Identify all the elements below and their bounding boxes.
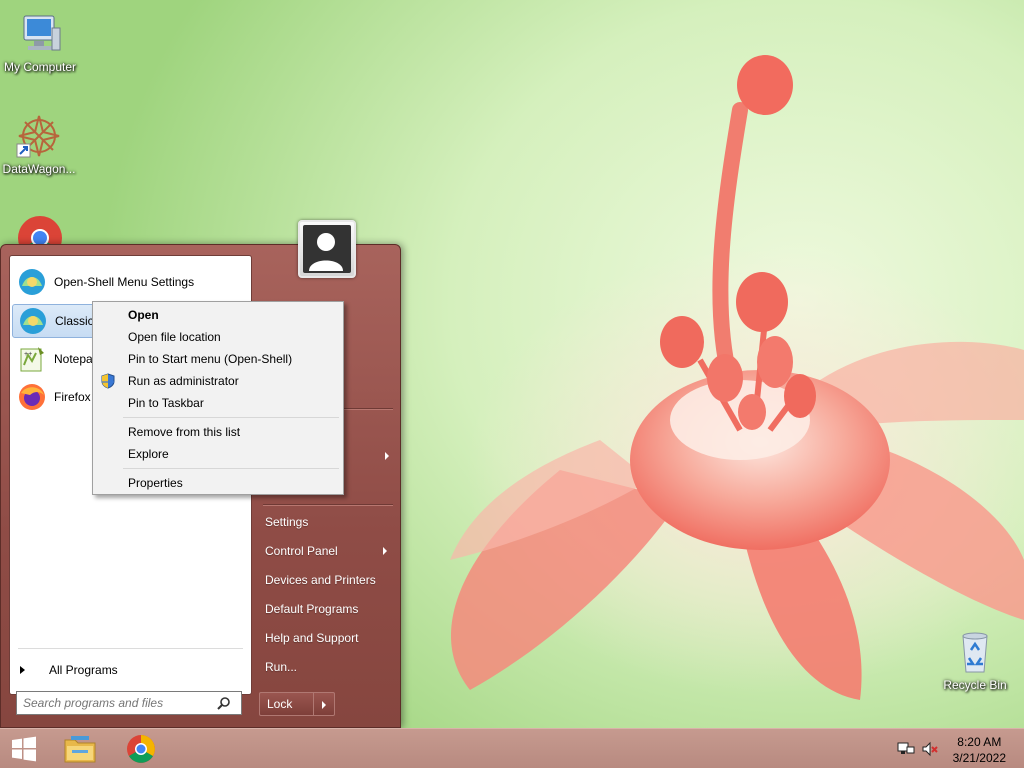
context-item-open-file-location[interactable]: Open file location [95,326,341,348]
context-item-explore[interactable]: Explore [95,443,341,465]
context-item-open[interactable]: Open [95,304,341,326]
shutdown-options-arrow-icon[interactable] [314,693,334,715]
user-picture[interactable] [298,220,356,278]
network-icon[interactable] [897,741,915,757]
start-button[interactable] [1,731,47,767]
context-item-pin-to-taskbar[interactable]: Pin to Taskbar [95,392,341,414]
lock-button[interactable]: Lock [259,692,335,716]
context-menu: Open Open file location Pin to Start men… [92,301,344,495]
context-item-run-as-administrator[interactable]: Run as administrator [95,370,341,392]
all-programs-label: All Programs [49,663,118,677]
menu-item-default-programs[interactable]: Default Programs [258,596,396,622]
recycle-bin-icon [962,632,988,673]
desktop-icon-my-computer[interactable]: My Computer [0,10,80,74]
context-item-label: Pin to Start menu (Open-Shell) [128,352,293,366]
lock-label[interactable]: Lock [260,693,314,715]
submenu-arrow-icon [383,547,387,555]
desktop-icon-label: DataWagon... [2,162,76,176]
context-item-label: Open [128,308,159,322]
svg-text:++: ++ [24,351,32,358]
volume-muted-icon[interactable] [921,741,939,757]
separator [18,648,243,649]
menu-item-label: Settings [265,515,309,529]
menu-item-label: Help and Support [265,631,359,645]
search-box[interactable] [16,691,242,715]
context-item-label: Open file location [128,330,221,344]
context-item-label: Pin to Taskbar [128,396,204,410]
separator [263,504,393,506]
menu-item-devices-and-printers[interactable]: Devices and Printers [258,567,396,593]
menu-item-control-panel[interactable]: Control Panel [258,538,396,564]
uac-shield-icon [101,373,115,389]
chevron-right-icon [20,666,25,674]
menu-item-help-and-support[interactable]: Help and Support [258,625,396,651]
context-item-label: Remove from this list [128,425,241,439]
context-item-remove-from-list[interactable]: Remove from this list [95,421,341,443]
menu-item-label: Run... [265,660,298,674]
open-shell-icon [20,308,46,334]
my-computer-icon [23,15,61,51]
context-item-label: Run as administrator [128,374,239,388]
desktop-icon-label: Recycle Bin [943,678,1007,692]
submenu-arrow-icon [385,452,389,460]
clock-date: 3/21/2022 [952,751,1006,765]
context-item-label: Properties [128,476,183,490]
chrome-icon [127,735,155,763]
taskbar-chrome[interactable] [118,731,164,767]
taskbar: 8:20 AM 3/21/2022 [0,728,1024,768]
notepad-plus-plus-icon: ++ [20,347,44,372]
menu-item-label: Control Panel [265,544,338,558]
desktop-icon-datawagon[interactable]: DataWagon... [0,112,79,176]
menu-item-label: Default Programs [265,602,359,616]
firefox-icon [19,384,45,410]
datawagon-icon [16,115,60,158]
open-shell-icon [19,269,45,295]
all-programs-button[interactable]: All Programs [20,659,240,681]
menu-item-label: Devices and Printers [265,573,376,587]
context-item-properties[interactable]: Properties [95,472,341,494]
context-item-pin-to-start[interactable]: Pin to Start menu (Open-Shell) [95,348,341,370]
menu-item-settings[interactable]: Settings [258,509,396,535]
file-explorer-icon [64,736,96,763]
taskbar-file-explorer[interactable] [57,731,103,767]
separator [123,417,339,418]
menu-item-run[interactable]: Run... [258,654,396,680]
windows-start-icon [12,736,36,762]
system-clock[interactable]: 8:20 AM 3/21/2022 [953,734,1006,766]
user-avatar-icon [309,233,343,271]
desktop-icon-label: My Computer [3,60,77,74]
program-item-open-shell-settings[interactable]: Open-Shell Menu Settings [12,265,250,299]
search-input[interactable] [23,696,213,710]
context-item-label: Explore [128,447,169,461]
separator [123,468,339,469]
program-label: Firefox [54,390,91,404]
desktop-icon-recycle-bin[interactable]: Recycle Bin [935,628,1015,692]
clock-time: 8:20 AM [957,735,1002,749]
program-label: Open-Shell Menu Settings [54,275,195,289]
search-icon[interactable] [217,696,231,710]
